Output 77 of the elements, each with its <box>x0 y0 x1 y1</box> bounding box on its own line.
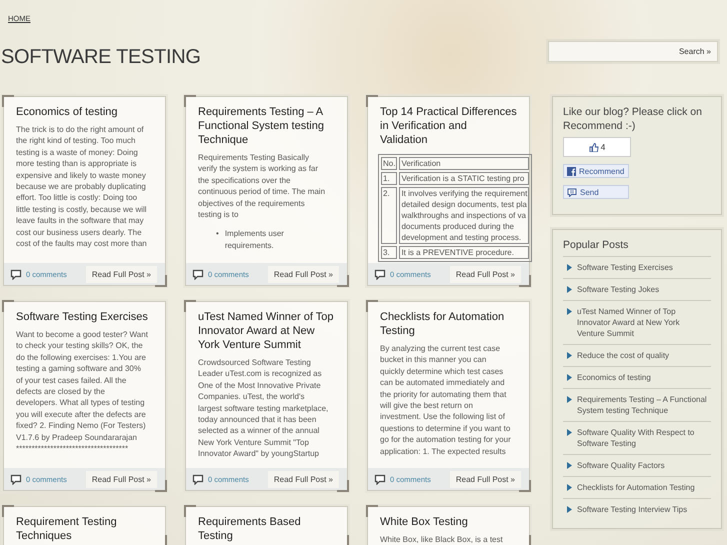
corner-ornament <box>2 505 14 517</box>
comment-icon <box>192 474 204 484</box>
table-cell: No. <box>381 157 398 170</box>
corner-ornament <box>2 300 14 312</box>
widget-heading: Popular Posts <box>563 238 630 252</box>
blog-title: SOFTWARE TESTING <box>1 46 201 69</box>
bullet-arrow-icon <box>567 462 572 469</box>
popular-post-link[interactable]: Software Testing Exercises <box>577 262 673 273</box>
corner-ornament <box>366 505 378 517</box>
post-excerpt: Requirements Testing Basically verify the system is working as far the specifications over the continuous period of time. The main objectives of the requirements testing is to <box>198 152 326 220</box>
count-text: 4 <box>600 142 606 152</box>
bullet-arrow-icon <box>567 286 572 293</box>
thumbs-up-icon <box>588 142 599 152</box>
send-button[interactable]: Send <box>563 185 629 199</box>
post-title[interactable]: White Box Testing <box>380 515 517 529</box>
bullet-arrow-icon <box>567 396 572 403</box>
corner-ornament <box>366 95 378 107</box>
bullet-arrow-icon <box>567 429 572 436</box>
post-excerpt: White Box, like Black Box, is a test <box>380 534 504 545</box>
comment-icon <box>374 268 386 280</box>
recommend-button[interactable]: Recommend <box>563 164 629 178</box>
bullet-marker: • <box>216 228 219 240</box>
table-cell: 2. <box>381 187 398 244</box>
bullet-arrow-icon <box>567 506 572 513</box>
bullet-item: Implements user requirements. <box>224 228 284 252</box>
read-more-button[interactable]: Read Full Post » <box>450 266 521 282</box>
corner-ornament <box>184 505 196 517</box>
comment-icon <box>192 268 204 280</box>
read-more-button[interactable]: Read Full Post » <box>86 266 157 282</box>
read-more-button[interactable]: Read Full Post » <box>268 470 339 488</box>
message-icon <box>567 188 577 196</box>
corner-ornament <box>2 95 14 107</box>
bullet-arrow-icon <box>567 308 572 315</box>
read-more-button[interactable]: Read Full Post » <box>268 266 339 282</box>
post-excerpt: By analyzing the current test case bucket in this manner you can quickly determine which test cases can be automated immediately and the priority for automating them that will give the best return on investment. Use the following list of questions to determine if you want to go for the automation testing for your application: 1. The expected results <box>380 343 512 458</box>
post-excerpt: Want to become a good tester? Want to check your testing skills? OK, the do the following exercises: 1.You are testing a gaming software and 30% of your test cases failed. All the defects are closed by the developers. What all types of testing you will execute after the defects are fixed? 2. Finding Nemo (For Testers) V1.7.6 by Pradeep Soundararajan ************************************ <box>16 329 149 454</box>
bullet-arrow-icon <box>567 484 572 491</box>
table-cell: Verification is a STATIC testing pro <box>399 172 530 185</box>
corner-ornament <box>366 300 378 312</box>
bullet-arrow-icon <box>567 374 572 381</box>
post-title[interactable]: Economics of testing <box>16 105 153 119</box>
widget-heading: Like our blog? Please click on Recommend :-) <box>563 105 703 133</box>
post-title[interactable]: Requirements Testing – A Functional System testing Technique <box>198 105 335 147</box>
table-cell: It involves verifying the requirement detailed design documents, test pla walkthroughs and inspections of va documents produced during the development and testing process. <box>399 187 530 244</box>
popular-post-link[interactable]: Economics of testing <box>577 372 651 383</box>
popular-post-link[interactable]: Software Testing Jokes <box>577 284 660 295</box>
bullet-arrow-icon <box>567 352 572 359</box>
facebook-icon <box>567 166 576 176</box>
table-cell: 3. <box>381 246 398 259</box>
post-title[interactable]: Checklists for Automation Testing <box>380 310 517 338</box>
post-title[interactable]: Requirement Testing Techniques <box>16 515 153 543</box>
table-cell: Verification <box>399 157 530 170</box>
popular-post-link[interactable]: Checklists for Automation Testing <box>577 482 695 493</box>
search-button[interactable]: Search » <box>678 47 711 56</box>
comment-icon <box>10 474 22 484</box>
popular-post-link[interactable]: Requirements Testing – A Functional System testing Technique <box>577 394 709 416</box>
post-title[interactable]: Requirements Based Testing <box>198 515 335 543</box>
search-field[interactable]: Search » <box>548 41 718 62</box>
table-cell: 1. <box>381 172 398 185</box>
corner-ornament <box>184 95 196 107</box>
post-title[interactable]: uTest Named Winner of Top Innovator Award at New York Venture Summit <box>198 310 335 352</box>
popular-post-link[interactable]: Software Testing Interview Tips <box>577 504 688 515</box>
post-excerpt: Crowdsourced Software Testing Leader uTest.com is recognized as One of the Most Innovative Private Companies. uTest, the world's largest software testing marketplace, today announced that it has been selected as a winner of the annual New York Venture Summit "Top Innovator Award" by youngStartup <box>198 357 330 460</box>
read-more-button[interactable]: Read Full Post » <box>450 470 521 488</box>
popular-post-link[interactable]: Reduce the cost of quality <box>577 350 670 361</box>
post-excerpt: The trick is to do the right amount of the right kind of testing. Too much testing is a waste of money: Doing more testing than is appropriate is expensive and likely to waste money because we are probably duplicating effort. Too little is costly: Doing too little testing is costly, because we will leave faults in the software that may cost our business users dearly. The cost of the faults may cost more than <box>16 124 148 250</box>
comment-icon <box>374 474 386 484</box>
post-title[interactable]: Top 14 Practical Differences in Verification and Validation <box>380 105 517 147</box>
comment-icon <box>10 268 22 280</box>
popular-post-link[interactable]: uTest Named Winner of Top Innovator Award at New York Venture Summit <box>577 306 709 339</box>
post-title[interactable]: Software Testing Exercises <box>16 310 153 324</box>
corner-ornament <box>184 300 196 312</box>
bullet-arrow-icon <box>567 264 572 271</box>
popular-post-link[interactable]: Software Quality Factors <box>577 460 665 471</box>
read-more-button[interactable]: Read Full Post » <box>86 470 157 488</box>
popular-post-link[interactable]: Software Quality With Respect to Software Testing <box>577 427 709 449</box>
table-cell: It is a PREVENTIVE procedure. <box>399 246 530 259</box>
